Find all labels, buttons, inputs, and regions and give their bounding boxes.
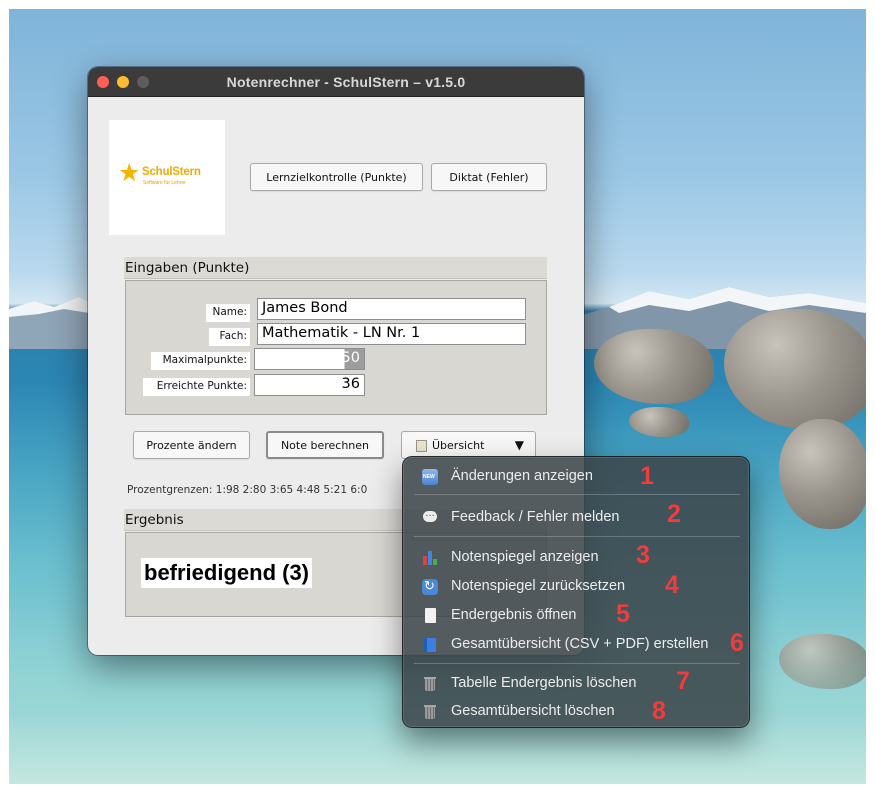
new-badge-icon (422, 469, 438, 485)
grade-result: befriedigend (3) (141, 558, 313, 588)
points-mode-button[interactable]: Lernzielkontrolle (Punkte) (250, 163, 423, 191)
menu-separator (414, 494, 740, 495)
menu-item-label: Notenspiegel anzeigen (451, 549, 599, 565)
annotation-number: 4 (665, 571, 679, 599)
calculator-icon (416, 440, 427, 452)
bar-chart-icon (422, 550, 438, 566)
menu-item-label: Feedback / Fehler melden (451, 509, 620, 525)
name-field[interactable]: James Bond (257, 298, 526, 320)
menu-item-show-grade-distribution[interactable]: Notenspiegel anzeigen (403, 544, 751, 572)
subject-field[interactable]: Mathematik - LN Nr. 1 (257, 323, 526, 345)
logo-brand-text: SchulStern (142, 166, 201, 178)
boulder (779, 419, 866, 529)
window-title: Notenrechner - SchulStern – v1.5.0 (226, 74, 466, 90)
boulder (594, 329, 714, 404)
max-points-value: 50 (341, 350, 360, 366)
menu-item-reset-grade-distribution[interactable]: Notenspiegel zurücksetzen (403, 573, 751, 601)
annotation-number: 7 (676, 667, 690, 695)
annotation-number: 6 (730, 629, 744, 657)
menu-item-create-overview[interactable]: Gesamtübersicht (CSV + PDF) erstellen (403, 631, 751, 659)
menu-separator (414, 663, 740, 664)
annotation-number: 5 (616, 600, 630, 628)
trash-icon (422, 704, 438, 720)
menu-item-delete-overview[interactable]: Gesamtübersicht löschen (403, 698, 751, 726)
logo-tagline: Software für Lehrer (143, 180, 186, 186)
overview-dropdown-label: Übersicht (432, 439, 485, 452)
menu-separator (414, 536, 740, 537)
inputs-section-title: Eingaben (Punkte) (124, 257, 547, 279)
book-icon (422, 637, 438, 653)
annotation-number: 3 (636, 541, 650, 569)
percent-limits-text: Prozentgrenzen: 1:98 2:80 3:65 4:48 5:21… (127, 484, 368, 496)
overview-dropdown[interactable]: Übersicht ▼ (401, 431, 536, 459)
menu-item-label: Notenspiegel zurücksetzen (451, 578, 626, 594)
achieved-points-label: Erreichte Punkte: (143, 378, 250, 396)
annotation-number: 8 (652, 697, 666, 725)
menu-item-label: Gesamtübersicht löschen (451, 703, 615, 719)
menu-item-feedback[interactable]: Feedback / Fehler melden (403, 504, 751, 532)
document-icon (422, 608, 438, 624)
annotation-number: 2 (667, 500, 681, 528)
menu-item-show-changes[interactable]: Änderungen anzeigen (403, 463, 751, 491)
menu-item-label: Endergebnis öffnen (451, 607, 577, 623)
chevron-down-icon: ▼ (514, 438, 524, 452)
achieved-points-field[interactable]: 36 (254, 374, 365, 396)
max-points-field[interactable]: 50 (254, 348, 365, 370)
menu-item-delete-result-table[interactable]: Tabelle Endergebnis löschen (403, 670, 751, 698)
calculate-grade-button[interactable]: Note berechnen (266, 431, 384, 459)
star-icon: ★ (118, 159, 141, 187)
menu-item-label: Änderungen anzeigen (451, 468, 593, 484)
reset-cycle-icon (422, 578, 438, 595)
max-points-label: Maximalpunkte: (151, 352, 250, 370)
title-bar[interactable]: Notenrechner - SchulStern – v1.5.0 (88, 67, 584, 97)
menu-item-label: Tabelle Endergebnis löschen (451, 675, 637, 691)
errors-mode-button[interactable]: Diktat (Fehler) (431, 163, 547, 191)
change-percent-button[interactable]: Prozente ändern (133, 431, 250, 459)
overview-menu: Änderungen anzeigen Feedback / Fehler me… (402, 456, 750, 728)
menu-item-label: Gesamtübersicht (CSV + PDF) erstellen (451, 636, 709, 652)
trash-icon (422, 676, 438, 692)
subject-label: Fach: (209, 328, 250, 346)
boulder (629, 407, 689, 437)
name-label: Name: (206, 304, 250, 322)
boulder (724, 309, 866, 429)
schulstern-logo: ★ SchulStern Software für Lehrer (109, 120, 225, 235)
menu-item-open-final-result[interactable]: Endergebnis öffnen (403, 602, 751, 630)
chat-bubble-icon (422, 508, 438, 526)
annotation-number: 1 (640, 462, 654, 490)
